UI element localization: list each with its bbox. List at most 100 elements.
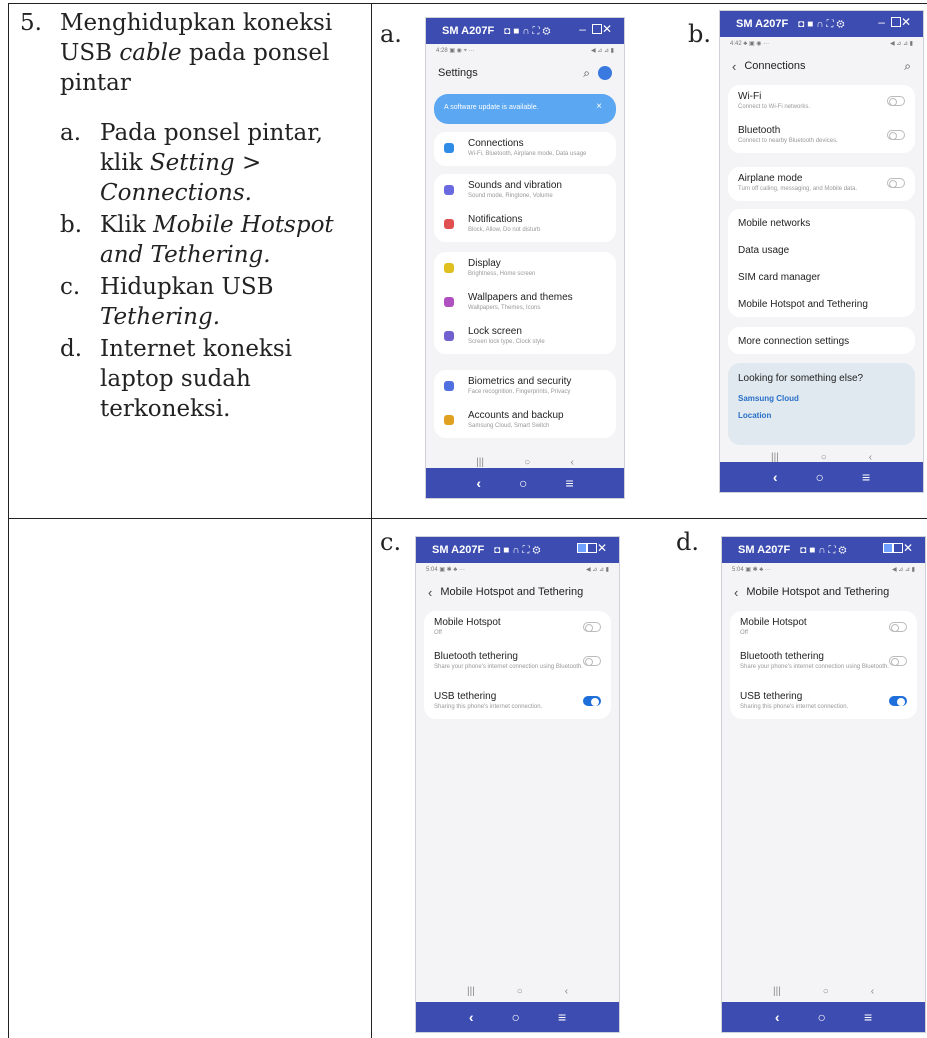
search-icon[interactable]: ⌕ — [583, 66, 590, 81]
profile-avatar[interactable] — [598, 66, 612, 80]
nav-menu-button[interactable]: ≡ — [864, 1009, 872, 1025]
recents-key[interactable]: ||| — [773, 986, 781, 997]
recents-key[interactable]: ||| — [771, 452, 779, 463]
nav-menu-button[interactable]: ≡ — [558, 1009, 566, 1025]
search-icon[interactable]: ⌕ — [904, 59, 911, 74]
window-controls[interactable]: ✕ — [576, 541, 613, 555]
mobile-hotspot-row[interactable]: Mobile Hotspot Off — [730, 611, 917, 645]
back-key[interactable]: ‹ — [871, 986, 874, 997]
status-bar: 4:28 ▣ ◉ ⌖ ··· ◀ ⊿ ⊿ ▮ — [436, 48, 614, 54]
window-controls[interactable]: ✕ — [882, 541, 919, 555]
mobile-hotspot-toggle[interactable] — [889, 622, 907, 632]
nav-home-button[interactable]: ○ — [816, 469, 824, 485]
recents-key[interactable]: ||| — [476, 457, 484, 468]
titlebar-tool-icons[interactable]: ◘■∩⛶⚙ — [798, 19, 847, 30]
back-arrow-icon[interactable]: ‹ — [732, 59, 736, 74]
settings-item-connections[interactable]: Connections Wi-Fi, Bluetooth, Airplane mo… — [434, 132, 616, 166]
emulator-nav-bar: ‹ ○ ≡ — [722, 1002, 925, 1032]
step-number: 5. — [20, 10, 42, 36]
phone-screenshot-settings: SM A207F ◘■∩⛶⚙ – ✕ 4:28 ▣ ◉ ⌖ ··· ◀ ⊿ ⊿ ▮ Se… — [425, 17, 625, 499]
step-title: Menghidupkan koneksi USB cable pada pons… — [60, 10, 333, 96]
screen-header: ‹ Connections ⌕ — [720, 51, 923, 81]
nav-menu-button[interactable]: ≡ — [862, 469, 870, 485]
home-key[interactable]: ○ — [821, 452, 827, 463]
screen-title: Mobile Hotspot and Tethering — [746, 586, 890, 598]
scrcpy-titlebar: SM A207F ◘■∩⛶⚙ – ✕ — [720, 11, 923, 37]
scrcpy-titlebar: SM A207F ◘■∩⛶⚙ – ✕ — [426, 18, 624, 44]
link-more-connection-settings[interactable]: More connection settings — [728, 327, 915, 354]
nav-back-button[interactable]: ‹ — [469, 1009, 474, 1025]
nav-back-button[interactable]: ‹ — [476, 475, 481, 491]
settings-item-wallpapers[interactable]: Wallpapers and themes Wallpapers, Themes,… — [434, 286, 616, 320]
link-location[interactable]: Location — [738, 411, 905, 420]
close-icon[interactable]: × — [596, 101, 602, 112]
link-data-usage[interactable]: Data usage — [728, 236, 915, 263]
titlebar-tool-icons[interactable]: ◘■∩⛶⚙ — [800, 545, 849, 556]
nav-home-button[interactable]: ○ — [512, 1009, 520, 1025]
back-arrow-icon[interactable]: ‹ — [734, 585, 738, 600]
home-key[interactable]: ○ — [517, 986, 523, 997]
nav-home-button[interactable]: ○ — [818, 1009, 826, 1025]
bluetooth-tethering-toggle[interactable] — [583, 656, 601, 666]
back-key[interactable]: ‹ — [571, 457, 574, 468]
usb-tethering-toggle[interactable] — [583, 696, 601, 706]
link-samsung-cloud[interactable]: Samsung Cloud — [738, 394, 905, 403]
recents-key[interactable]: ||| — [467, 986, 475, 997]
link-sim-card-manager[interactable]: SIM card manager — [728, 263, 915, 290]
back-key[interactable]: ‹ — [869, 452, 872, 463]
substep-c: c. Hidupkan USB Tethering. — [60, 274, 274, 330]
titlebar-tool-icons[interactable]: ◘■∩⛶⚙ — [494, 545, 543, 556]
usb-tethering-toggle[interactable] — [889, 696, 907, 706]
bluetooth-toggle[interactable] — [887, 130, 905, 140]
tethering-options: Mobile Hotspot Off Bluetooth tethering Sha… — [424, 611, 611, 719]
usb-tethering-row[interactable]: USB tethering Sharing this phone's intern… — [730, 685, 917, 719]
update-banner[interactable]: A software update is available. × — [434, 94, 616, 124]
phone-screenshot-tethering-before: SM A207F ◘■∩⛶⚙ ✕ 5:04 ▣ ✱ ♣ ··· ◀ ⊿ ⊿ ▮ ‹ Mo… — [415, 536, 620, 1033]
settings-item-sounds[interactable]: Sounds and vibration Sound mode, Ringtone… — [434, 174, 616, 208]
emulator-nav-bar: ‹ ○ ≡ — [720, 462, 923, 492]
settings-item-biometrics[interactable]: Biometrics and security Face recognition,… — [434, 370, 616, 404]
emulator-nav-bar: ‹ ○ ≡ — [416, 1002, 619, 1032]
bluetooth-row[interactable]: Bluetooth Connect to nearby Bluetooth dev… — [728, 119, 915, 153]
wifi-row[interactable]: Wi-Fi Connect to Wi-Fi networks. — [728, 85, 915, 119]
airplane-toggle[interactable] — [887, 178, 905, 188]
table-divider-vertical — [371, 3, 372, 1038]
settings-item-display[interactable]: Display Brightness, Home screen — [434, 252, 616, 286]
soft-nav-bar: ||| ○ ‹ — [416, 981, 619, 1001]
substep-b: b. Klik Mobile Hotspot and Tethering. — [60, 212, 334, 268]
back-arrow-icon[interactable]: ‹ — [428, 585, 432, 600]
nav-back-button[interactable]: ‹ — [775, 1009, 780, 1025]
link-group: Mobile networks Data usage SIM card mana… — [728, 209, 915, 317]
nav-back-button[interactable]: ‹ — [773, 469, 778, 485]
home-key[interactable]: ○ — [823, 986, 829, 997]
nav-home-button[interactable]: ○ — [519, 475, 527, 491]
soft-nav-bar: ||| ○ ‹ — [722, 981, 925, 1001]
bluetooth-tethering-toggle[interactable] — [889, 656, 907, 666]
link-mobile-hotspot[interactable]: Mobile Hotspot and Tethering — [728, 290, 915, 317]
status-bar: 5:04 ▣ ✱ ♣ ··· ◀ ⊿ ⊿ ▮ — [732, 567, 915, 573]
settings-group: Display Brightness, Home screen Wallpaper… — [434, 252, 616, 354]
wifi-toggle[interactable] — [887, 96, 905, 106]
back-key[interactable]: ‹ — [565, 986, 568, 997]
window-controls[interactable]: – ✕ — [878, 15, 917, 29]
home-key[interactable]: ○ — [524, 457, 530, 468]
settings-item-accounts[interactable]: Accounts and backup Samsung Cloud, Smart … — [434, 404, 616, 438]
window-controls[interactable]: – ✕ — [579, 22, 618, 36]
link-mobile-networks[interactable]: Mobile networks — [728, 209, 915, 236]
bluetooth-tethering-row[interactable]: Bluetooth tethering Share your phone's in… — [424, 645, 611, 685]
toggle-group: Wi-Fi Connect to Wi-Fi networks. Bluetoot… — [728, 85, 915, 153]
panel-letter-d: d. — [676, 528, 699, 556]
titlebar-tool-icons[interactable]: ◘■∩⛶⚙ — [504, 26, 553, 37]
status-bar: 4:42 ♣ ▣ ◉ ··· ◀ ⊿ ⊿ ▮ — [730, 41, 913, 47]
airplane-row[interactable]: Airplane mode Turn off calling, messaging… — [728, 167, 915, 201]
nav-menu-button[interactable]: ≡ — [565, 475, 573, 491]
usb-tethering-row[interactable]: USB tethering Sharing this phone's intern… — [424, 685, 611, 719]
panel-letter-b: b. — [688, 20, 711, 48]
screen-header: ‹ Mobile Hotspot and Tethering — [416, 577, 619, 607]
mobile-hotspot-row[interactable]: Mobile Hotspot Off — [424, 611, 611, 645]
bluetooth-tethering-row[interactable]: Bluetooth tethering Share your phone's in… — [730, 645, 917, 685]
settings-item-notifications[interactable]: Notifications Block, Allow, Do not distur… — [434, 208, 616, 242]
settings-item-lock-screen[interactable]: Lock screen Screen lock type, Clock style — [434, 320, 616, 354]
settings-group: Biometrics and security Face recognition,… — [434, 370, 616, 438]
mobile-hotspot-toggle[interactable] — [583, 622, 601, 632]
